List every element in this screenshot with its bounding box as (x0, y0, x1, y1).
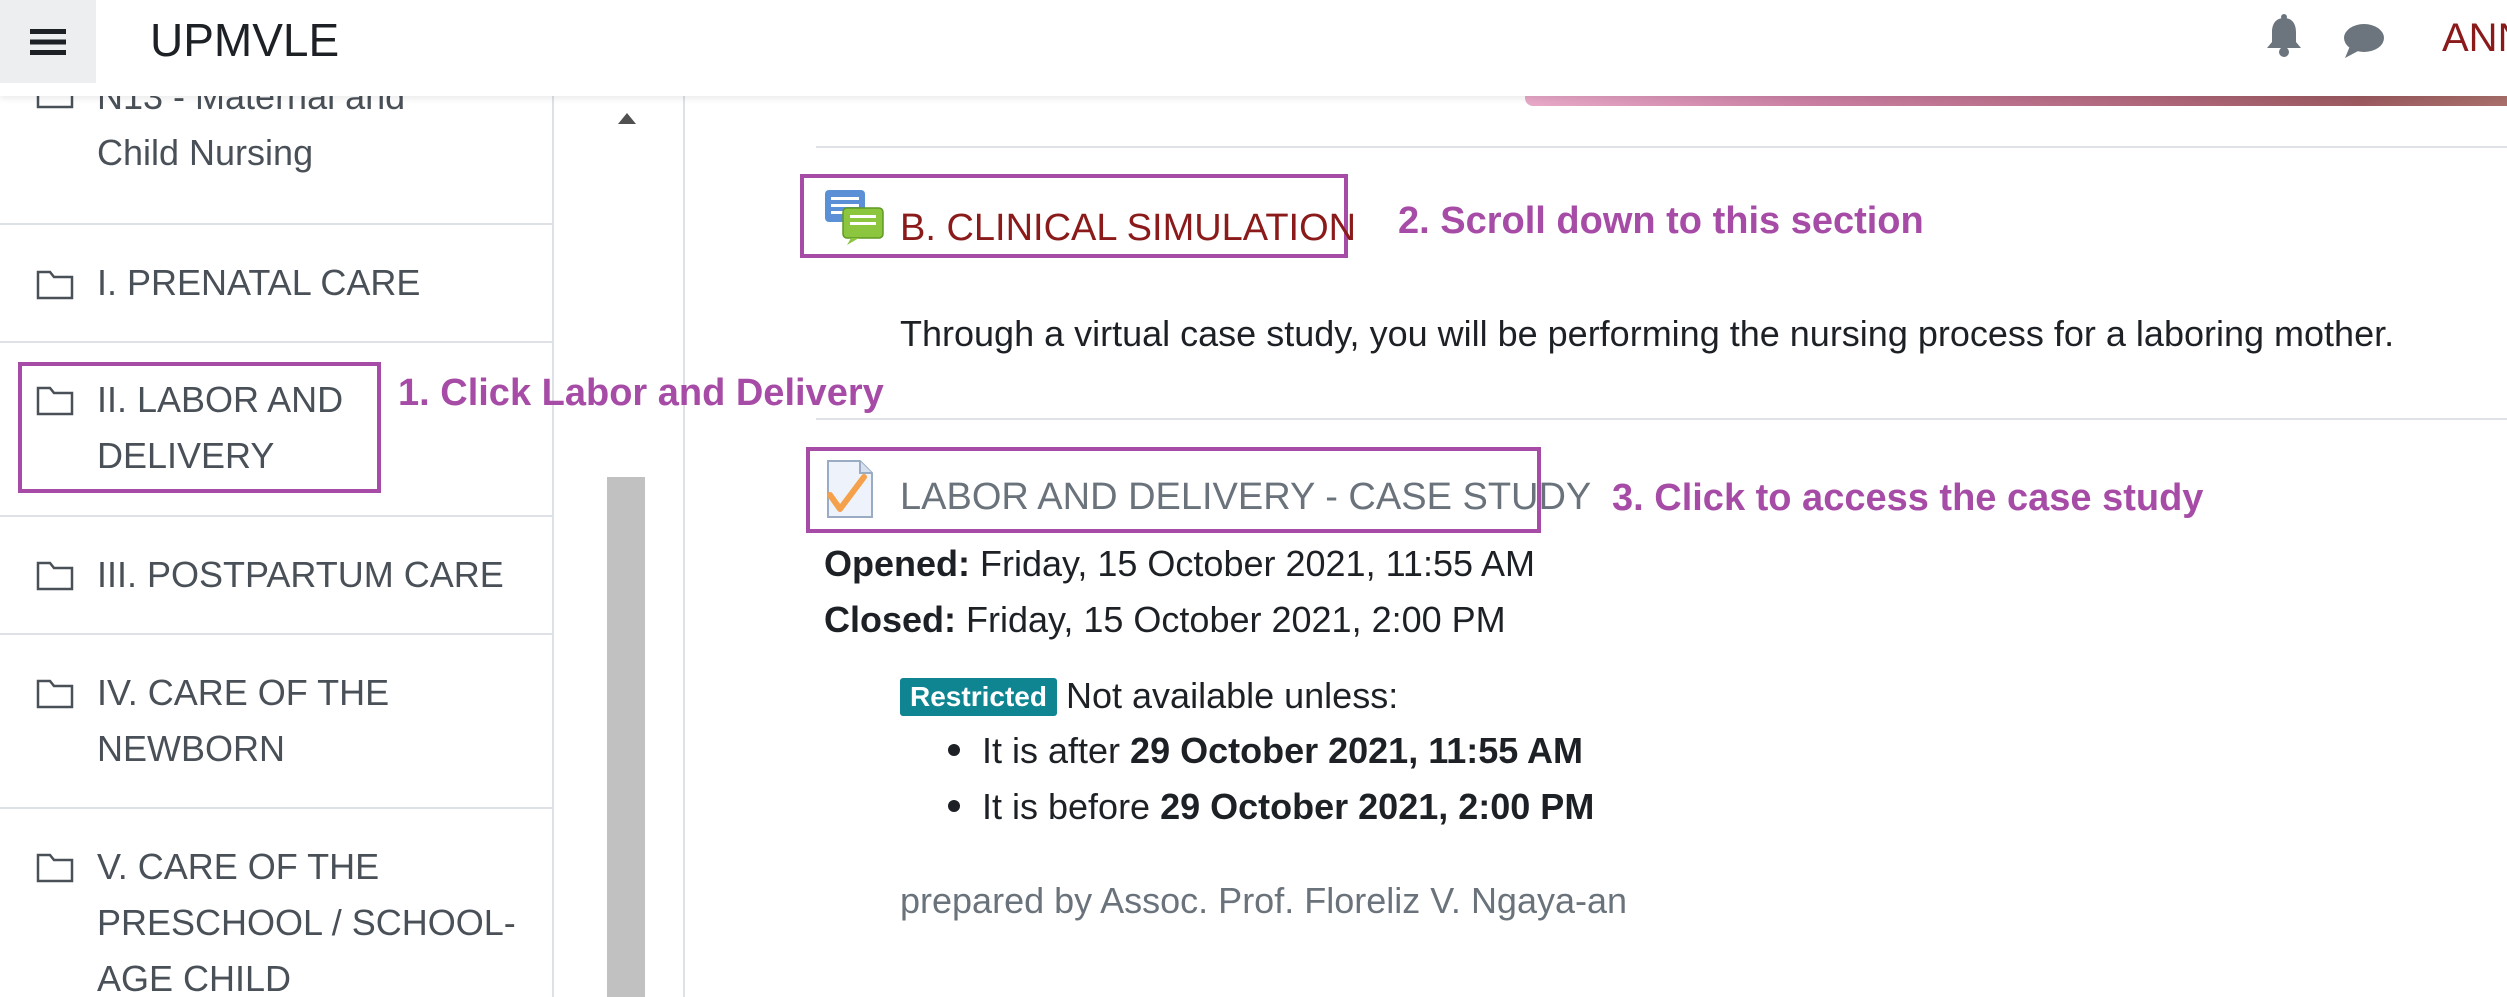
sidebar-item-prenatal-care[interactable]: I. PRENATAL CARE (0, 225, 552, 343)
bell-icon[interactable] (2264, 14, 2304, 58)
course-index-sidebar: N13 - Maternal and Child Nursing I. PREN… (0, 83, 552, 997)
opened-value: Friday, 15 October 2021, 11:55 AM (980, 543, 1536, 584)
bullet-icon (948, 800, 960, 813)
top-navbar: UPMVLE ANN (0, 0, 2507, 96)
chat-icon[interactable] (2342, 22, 2386, 60)
prepared-by-text: prepared by Assoc. Prof. Floreliz V. Nga… (900, 880, 1628, 921)
closed-label: Closed: (824, 599, 957, 640)
sidebar-item-care-of-the-newborn[interactable]: IV. CARE OF THE NEWBORN (0, 635, 552, 809)
sidebar-item-course-home[interactable]: N13 - Maternal and Child Nursing (0, 83, 552, 225)
folder-icon (36, 853, 74, 883)
activity-divider (816, 418, 2507, 420)
annotation-box-labor-delivery (18, 362, 381, 493)
section-summary: Through a virtual case study, you will b… (900, 313, 2395, 354)
activity-closed-date: Closed: Friday, 15 October 2021, 2:00 PM (824, 594, 1506, 646)
forum-icon (825, 190, 884, 245)
restriction-condition: It is before 29 October 2021, 2:00 PM (948, 781, 1594, 833)
sidebar-item-postpartum-care[interactable]: III. POSTPARTUM CARE (0, 517, 552, 635)
sidebar-item-label: IV. CARE OF THE NEWBORN (97, 672, 390, 769)
sidebar-scrollbar-thumb[interactable] (607, 477, 645, 997)
sidebar-item-label: III. POSTPARTUM CARE (97, 554, 504, 595)
folder-icon (36, 561, 74, 591)
opened-label: Opened: (824, 543, 971, 584)
bullet-icon (948, 744, 960, 757)
annotation-step-2: 2. Scroll down to this section (1398, 200, 1924, 242)
section-title-clinical-simulation[interactable]: B. CLINICAL SIMULATION (900, 203, 1356, 253)
menu-toggle-button[interactable] (0, 0, 96, 83)
restriction-condition: It is after 29 October 2021, 11:55 AM (948, 725, 1583, 777)
activity-opened-date: Opened: Friday, 15 October 2021, 11:55 A… (824, 538, 1535, 590)
user-menu[interactable]: ANN (2442, 10, 2507, 66)
section-divider (816, 146, 2507, 148)
sidebar-item-care-of-preschool-school-age-child[interactable]: V. CARE OF THE PRESCHOOL / SCHOOL- AGE C… (0, 809, 552, 997)
folder-icon (36, 679, 74, 709)
activity-link-case-study[interactable]: LABOR AND DELIVERY - CASE STUDY (900, 472, 1591, 522)
annotation-step-1: 1. Click Labor and Delivery (398, 372, 884, 414)
sidebar-item-label: I. PRENATAL CARE (97, 262, 421, 303)
closed-value: Friday, 15 October 2021, 2:00 PM (966, 599, 1506, 640)
assignment-icon (827, 460, 873, 518)
site-name-link[interactable]: UPMVLE (150, 10, 339, 70)
restricted-badge: Restricted (900, 678, 1057, 716)
annotation-step-3: 3. Click to access the case study (1612, 477, 2204, 519)
main-divider (683, 83, 685, 997)
sidebar-divider (552, 83, 554, 997)
scroll-up-arrow-icon[interactable] (618, 113, 636, 124)
folder-icon (36, 270, 74, 300)
sidebar-item-label: N13 - Maternal and Child Nursing (97, 83, 406, 173)
sidebar-item-label: V. CARE OF THE PRESCHOOL / SCHOOL- AGE C… (97, 846, 516, 997)
menu-icon (30, 28, 66, 55)
restriction-text: Not available unless: (1066, 675, 1399, 716)
